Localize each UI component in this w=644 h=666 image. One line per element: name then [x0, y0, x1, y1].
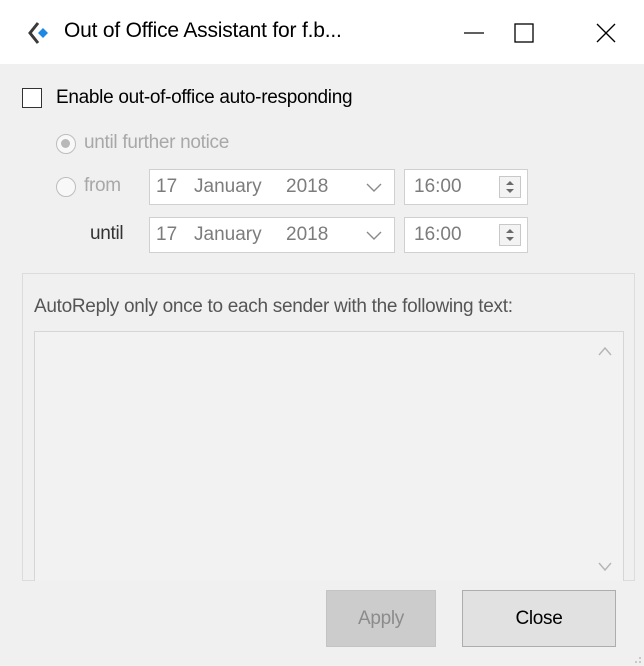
- resize-grip-icon[interactable]: [630, 652, 642, 664]
- chevron-down-icon: [366, 231, 382, 240]
- enable-label: Enable out-of-office auto-responding: [56, 87, 353, 108]
- spinner-arrows-icon: [506, 229, 514, 241]
- until-date-year: 2018: [286, 224, 329, 245]
- autoreply-text-area[interactable]: [34, 331, 624, 581]
- maximize-button[interactable]: [496, 10, 552, 56]
- title-bar: Out of Office Assistant for f.b...: [0, 0, 644, 64]
- minimize-icon: [464, 32, 484, 34]
- minimize-button[interactable]: [446, 10, 502, 56]
- diamond-arrow-icon: [26, 20, 52, 46]
- maximize-icon: [514, 23, 534, 43]
- until-date-picker[interactable]: 17 January 2018: [149, 217, 395, 253]
- until-further-notice-radio[interactable]: [56, 134, 76, 154]
- from-date-picker[interactable]: 17 January 2018: [149, 169, 395, 205]
- from-date-year: 2018: [286, 176, 329, 197]
- until-label: until: [90, 223, 124, 244]
- from-date-month: January: [194, 176, 262, 197]
- close-icon: [596, 23, 616, 43]
- scroll-down-icon[interactable]: [597, 561, 613, 573]
- from-radio[interactable]: [56, 177, 76, 197]
- from-date-day: 17: [156, 176, 178, 197]
- close-window-button[interactable]: [578, 10, 634, 56]
- autoreply-label: AutoReply only once to each sender with …: [34, 296, 513, 317]
- window-title: Out of Office Assistant for f.b...: [64, 19, 342, 42]
- until-date-month: January: [194, 224, 262, 245]
- until-date-day: 17: [156, 224, 178, 245]
- from-time-spinner[interactable]: [499, 176, 521, 198]
- from-time-value: 16:00: [414, 176, 462, 197]
- from-time-picker[interactable]: 16:00: [404, 169, 528, 205]
- until-time-picker[interactable]: 16:00: [404, 217, 528, 253]
- until-time-value: 16:00: [414, 224, 462, 245]
- scroll-up-icon[interactable]: [597, 345, 613, 357]
- from-label: from: [84, 175, 121, 196]
- spinner-arrows-icon: [506, 181, 514, 193]
- enable-checkbox[interactable]: [22, 88, 42, 108]
- until-time-spinner[interactable]: [499, 224, 521, 246]
- apply-button[interactable]: Apply: [326, 590, 436, 647]
- close-button[interactable]: Close: [462, 590, 616, 647]
- until-further-notice-label: until further notice: [84, 132, 230, 153]
- chevron-down-icon: [366, 183, 382, 192]
